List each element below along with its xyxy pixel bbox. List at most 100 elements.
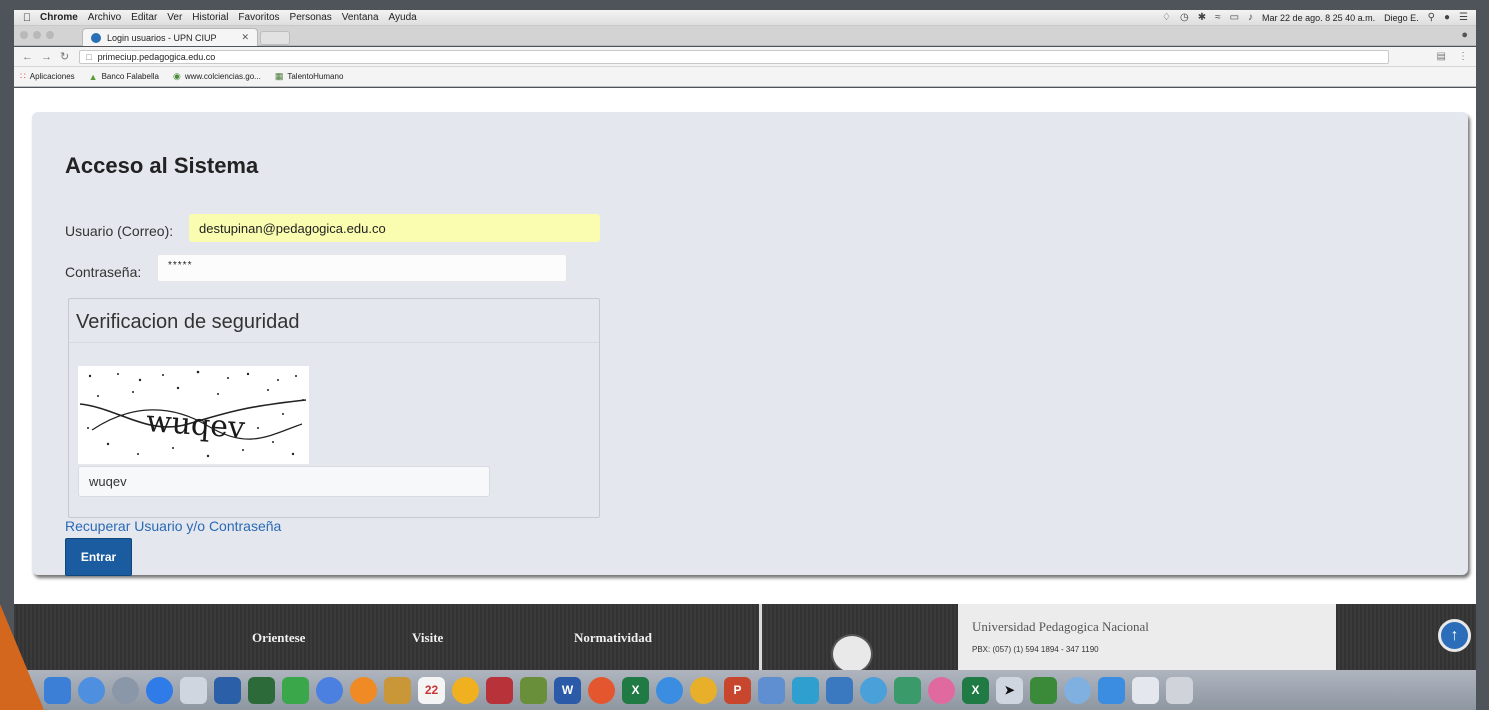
bluetooth-icon[interactable]: ✱ xyxy=(1198,12,1206,23)
menu-chrome[interactable]: Chrome xyxy=(40,12,78,23)
menu-ver[interactable]: Ver xyxy=(167,12,182,23)
app-store-icon[interactable] xyxy=(146,676,173,704)
back-icon[interactable]: ← xyxy=(22,51,33,63)
captcha-input[interactable]: wuqev xyxy=(78,466,490,497)
menu-personas[interactable]: Personas xyxy=(290,12,332,23)
siri-icon[interactable]: ● xyxy=(1444,12,1450,23)
menu-ventana[interactable]: Ventana xyxy=(342,12,379,23)
bookmarks-bar: ∷ Aplicaciones ▲ Banco Falabella ◉ www.c… xyxy=(14,67,1476,87)
falabella-icon: ▲ xyxy=(88,71,98,82)
cursor-icon[interactable]: ➤ xyxy=(996,676,1023,704)
utility-icon[interactable] xyxy=(180,676,207,704)
bookmark-talento-humano[interactable]: ▦ TalentoHumano xyxy=(275,71,344,82)
close-window-button[interactable] xyxy=(20,31,28,39)
airplay-icon[interactable]: ▭ xyxy=(1230,12,1239,23)
submit-button[interactable]: Entrar xyxy=(65,538,132,576)
bookmark-apps[interactable]: ∷ Aplicaciones xyxy=(20,71,75,82)
captcha-image: wuqev xyxy=(78,366,309,464)
menu-archivo[interactable]: Archivo xyxy=(88,12,121,23)
document-icon[interactable] xyxy=(1132,676,1159,704)
bookmark-banco-falabella[interactable]: ▲ Banco Falabella xyxy=(89,72,159,82)
status-icon[interactable]: ♢ xyxy=(1162,12,1171,23)
menu-editar[interactable]: Editar xyxy=(131,12,157,23)
minimize-window-button[interactable] xyxy=(33,31,41,39)
wifi-icon[interactable]: ≈ xyxy=(1215,12,1221,23)
downloads-icon[interactable] xyxy=(1064,676,1091,704)
talento-icon: ▦ xyxy=(274,71,284,81)
trash-icon[interactable] xyxy=(1166,676,1193,704)
folder-icon[interactable] xyxy=(1098,676,1125,704)
photos-icon[interactable] xyxy=(928,676,955,704)
profile-icon[interactable]: ● xyxy=(1461,29,1468,41)
bookmark-label: Aplicaciones xyxy=(29,72,75,81)
zoom-window-button[interactable] xyxy=(46,31,54,39)
time-machine-icon[interactable]: ◷ xyxy=(1180,12,1189,23)
favicon-icon xyxy=(91,32,101,43)
excel-doc-icon[interactable]: X xyxy=(962,676,989,704)
remote-desktop-icon[interactable] xyxy=(758,676,785,704)
powerpoint-icon[interactable]: P xyxy=(724,676,751,704)
firefox-icon[interactable] xyxy=(588,676,615,704)
contacts-icon[interactable] xyxy=(384,676,411,704)
captcha-divider xyxy=(69,342,599,343)
browser-tab[interactable]: Login usuarios - UPN CIUP ✕ xyxy=(82,28,258,46)
recover-password-link[interactable]: Recuperar Usuario y/o Contraseña xyxy=(65,518,281,534)
toolbar-right: ▤ ⋮ xyxy=(1437,51,1476,62)
finder-icon[interactable] xyxy=(44,676,71,704)
university-name: Universidad Pedagogica Nacional xyxy=(972,619,1149,634)
menu-icon[interactable]: ⋮ xyxy=(1458,51,1468,62)
photo-booth-icon[interactable] xyxy=(486,676,513,704)
teamviewer-icon[interactable] xyxy=(826,676,853,704)
evernote-icon[interactable] xyxy=(1030,676,1057,704)
new-tab-button[interactable] xyxy=(260,31,290,45)
mac-dock: 22 W X P X ➤ xyxy=(14,670,1476,710)
extension-icon[interactable]: ▤ xyxy=(1437,51,1446,62)
reload-icon[interactable]: ↻ xyxy=(60,50,69,63)
menubar-status-area: ♢ ◷ ✱ ≈ ▭ ♪ Mar 22 de ago. 8 25 40 a.m. … xyxy=(1162,12,1476,23)
password-field[interactable]: ***** xyxy=(157,254,567,282)
screen-frame:  Chrome Archivo Editar Ver Historial Fa… xyxy=(0,0,1489,710)
preview-icon[interactable] xyxy=(214,676,241,704)
browser-toolbar: ← → ↻ □ primeciup.pedagogica.edu.co ▤ ⋮ xyxy=(14,47,1476,67)
email-field[interactable]: destupinan@pedagogica.edu.co xyxy=(189,214,600,242)
facetime-icon[interactable] xyxy=(282,676,309,704)
footer-visite[interactable]: Visite xyxy=(412,630,443,646)
garageband-icon[interactable] xyxy=(520,676,547,704)
apple-icon[interactable]:  xyxy=(14,12,40,24)
bookmark-label: TalentoHumano xyxy=(287,72,344,81)
notes-icon[interactable] xyxy=(452,676,479,704)
menubar-user[interactable]: Diego E. xyxy=(1384,13,1419,23)
forward-icon[interactable]: → xyxy=(41,51,52,63)
volume-icon[interactable]: ♪ xyxy=(1248,12,1253,23)
siri-dock-icon[interactable] xyxy=(78,676,105,704)
ccleaner-icon[interactable] xyxy=(792,676,819,704)
calendar-icon[interactable]: 22 xyxy=(418,676,445,704)
mission-control-icon[interactable] xyxy=(248,676,275,704)
menubar-clock[interactable]: Mar 22 de ago. 8 25 40 a.m. xyxy=(1262,13,1375,23)
menu-ayuda[interactable]: Ayuda xyxy=(389,12,417,23)
site-footer: Orientese Visite Normatividad Universida… xyxy=(14,604,1476,674)
address-bar[interactable]: □ primeciup.pedagogica.edu.co xyxy=(79,49,1390,64)
menu-favoritos[interactable]: Favoritos xyxy=(238,12,279,23)
university-info: Universidad Pedagogica Nacional PBX: (05… xyxy=(958,604,1336,674)
launchpad-icon[interactable] xyxy=(112,676,139,704)
safari-icon[interactable] xyxy=(656,676,683,704)
close-tab-icon[interactable]: ✕ xyxy=(241,32,249,43)
chrome-icon[interactable] xyxy=(690,676,717,704)
ibooks-icon[interactable] xyxy=(350,676,377,704)
maps-icon[interactable] xyxy=(894,676,921,704)
page-info-icon[interactable]: □ xyxy=(86,52,91,62)
skype-icon[interactable] xyxy=(860,676,887,704)
footer-orientese[interactable]: Orientese xyxy=(252,630,305,646)
scroll-top-icon[interactable]: ↑ xyxy=(1438,619,1471,652)
footer-normatividad[interactable]: Normatividad xyxy=(574,630,652,646)
login-panel: Acceso al Sistema Usuario (Correo): dest… xyxy=(32,112,1468,576)
spotlight-icon[interactable]: ⚲ xyxy=(1428,12,1435,23)
excel-icon[interactable]: X xyxy=(622,676,649,704)
itunes-icon[interactable] xyxy=(316,676,343,704)
menu-historial[interactable]: Historial xyxy=(192,12,228,23)
bookmark-colciencias[interactable]: ◉ www.colciencias.go... xyxy=(173,71,261,82)
word-icon[interactable]: W xyxy=(554,676,581,704)
notification-center-icon[interactable]: ☰ xyxy=(1459,12,1468,23)
university-seal-icon xyxy=(831,634,873,674)
